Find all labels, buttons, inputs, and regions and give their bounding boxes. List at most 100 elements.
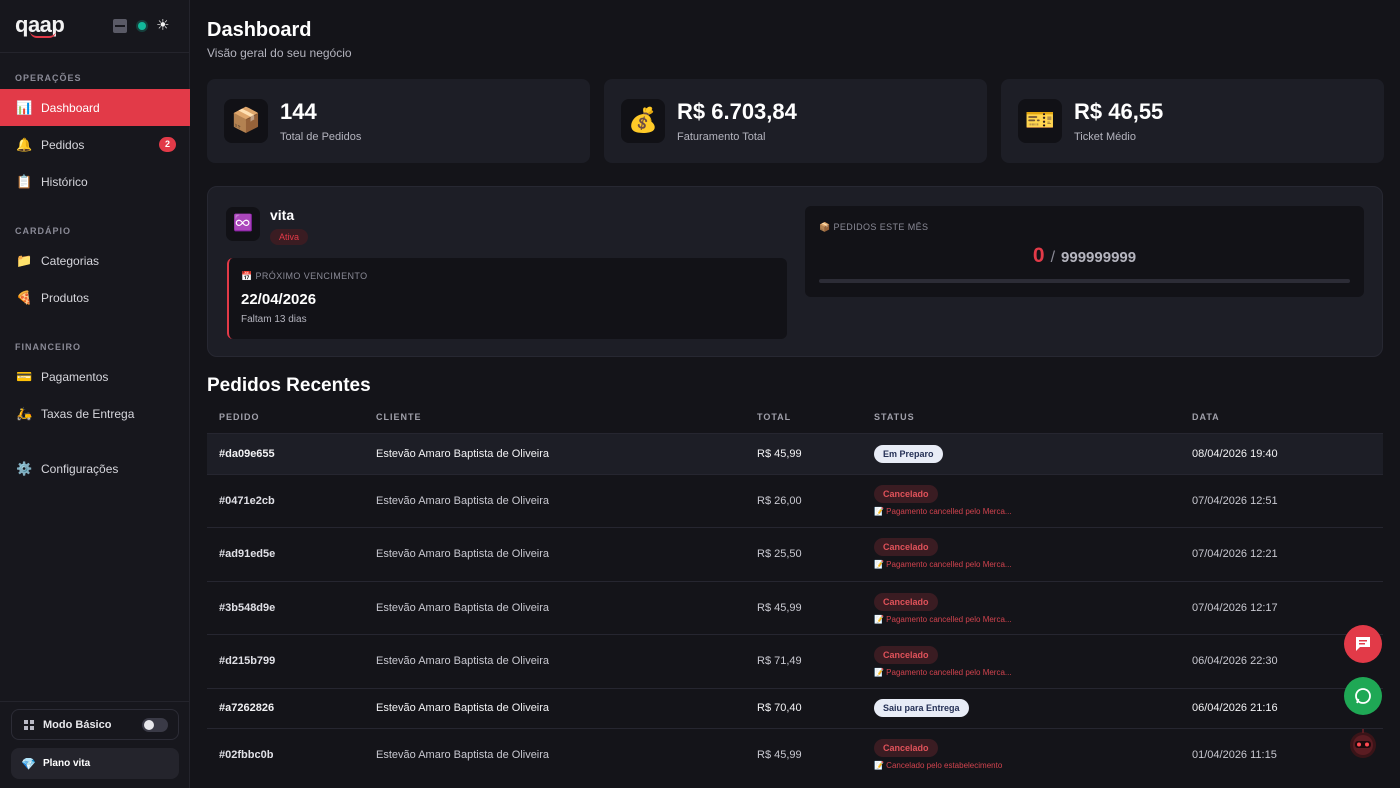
order-client: Estevão Amaro Baptista de Oliveira [376, 495, 550, 507]
theme-toggle-icon[interactable]: ☀ [156, 18, 170, 33]
section-label-cardapio: CARDÁPIO [15, 226, 72, 236]
sidebar-item-pagamentos[interactable]: 💳 Pagamentos [0, 358, 190, 395]
monthly-orders-progress-bar [819, 279, 1350, 283]
sidebar-item-categorias[interactable]: 📁 Categorias [0, 242, 190, 279]
logo-smile-icon [30, 31, 56, 38]
sidebar-item-dashboard[interactable]: 📊 Dashboard [0, 89, 190, 126]
order-client: Estevão Amaro Baptista de Oliveira [376, 702, 550, 714]
status-note: 📝 Cancelado pelo estabelecimento [874, 761, 1003, 770]
whatsapp-button[interactable] [1344, 677, 1382, 715]
order-client: Estevão Amaro Baptista de Oliveira [376, 655, 550, 667]
chat-button[interactable] [1344, 625, 1382, 663]
status-badge: Em Preparo [874, 445, 943, 463]
stat-card-ticket-medio: 🎫 R$ 46,55 Ticket Médio [1001, 79, 1384, 163]
sidebar-item-label: Pagamentos [41, 369, 109, 384]
scooter-icon: 🛵 [16, 405, 33, 421]
column-header-pedido: PEDIDO [219, 412, 260, 422]
table-row[interactable]: #ad91ed5e Estevão Amaro Baptista de Oliv… [207, 527, 1383, 581]
order-total: R$ 45,99 [757, 749, 802, 761]
status-note: 📝 Pagamento cancelled pelo Merca... [874, 615, 1012, 624]
status-badge: Cancelado [874, 739, 938, 757]
order-client: Estevão Amaro Baptista de Oliveira [376, 749, 550, 761]
sidebar: qaap ☀ OPERAÇÕES 📊 Dashboard 🔔 Pedidos 2… [0, 0, 190, 788]
plan-status-badge: Ativa [270, 229, 309, 245]
page-subtitle: Visão geral do seu negócio [207, 46, 352, 60]
status-note: 📝 Pagamento cancelled pelo Merca... [874, 668, 1012, 677]
column-header-data: DATA [1192, 412, 1220, 422]
column-header-status: STATUS [874, 412, 915, 422]
recent-orders-title: Pedidos Recentes [207, 375, 371, 396]
diamond-icon: 💎 [21, 756, 36, 771]
sidebar-item-historico[interactable]: 📋 Histórico [0, 163, 190, 200]
store-icon[interactable] [113, 19, 127, 33]
sidebar-item-label: Produtos [41, 290, 90, 305]
table-row[interactable]: #d215b799 Estevão Amaro Baptista de Oliv… [207, 634, 1383, 688]
stat-label: Ticket Médio [1074, 131, 1136, 143]
sidebar-item-label: Pedidos [41, 137, 85, 152]
whatsapp-icon [1355, 688, 1371, 704]
sidebar-item-label: Taxas de Entrega [41, 406, 135, 421]
infinity-icon: ♾️ [226, 207, 260, 241]
table-row[interactable]: #a7262826 Estevão Amaro Baptista de Oliv… [207, 688, 1383, 728]
order-date: 01/04/2026 11:15 [1192, 749, 1277, 761]
main-content: Dashboard Visão geral do seu negócio 📦 1… [207, 0, 1384, 788]
days-remaining: Faltam 13 dias [241, 314, 307, 325]
stat-card-faturamento: 💰 R$ 6.703,84 Faturamento Total [604, 79, 987, 163]
stat-card-total-pedidos: 📦 144 Total de Pedidos [207, 79, 590, 163]
next-due-panel: 📅 PRÓXIMO VENCIMENTO 22/04/2026 Faltam 1… [227, 258, 787, 339]
order-date: 07/04/2026 12:21 [1192, 548, 1278, 560]
status-badge: Cancelado [874, 646, 938, 664]
modo-basico-control[interactable]: Modo Básico [11, 709, 179, 740]
status-badge: Cancelado [874, 485, 938, 503]
order-total: R$ 45,99 [757, 602, 802, 614]
sidebar-item-label: Dashboard [41, 100, 100, 115]
status-badge: Cancelado [874, 538, 938, 556]
ticket-icon: 🎫 [1018, 99, 1062, 143]
order-client: Estevão Amaro Baptista de Oliveira [376, 448, 550, 460]
robot-assistant-icon[interactable] [1346, 727, 1380, 761]
table-row[interactable]: #3b548d9e Estevão Amaro Baptista de Oliv… [207, 581, 1383, 634]
orders-table-header: PEDIDO CLIENTE TOTAL STATUS DATA [207, 400, 1383, 433]
sidebar-item-taxas-entrega[interactable]: 🛵 Taxas de Entrega [0, 395, 190, 432]
sidebar-item-label: Configurações [41, 461, 119, 476]
monthly-orders-label: 📦 PEDIDOS ESTE MÊS [819, 222, 929, 232]
monthly-orders-separator: / [1050, 249, 1056, 266]
order-total: R$ 71,49 [757, 655, 802, 667]
stat-value: R$ 6.703,84 [677, 99, 797, 124]
modo-basico-toggle[interactable] [142, 718, 168, 732]
stat-value: R$ 46,55 [1074, 99, 1164, 124]
plan-card: ♾️ vita Ativa 📅 PRÓXIMO VENCIMENTO 22/04… [207, 186, 1383, 357]
order-total: R$ 70,40 [757, 702, 802, 714]
grid-icon [24, 719, 34, 730]
monthly-orders-panel: 📦 PEDIDOS ESTE MÊS 0 / 999999999 [805, 206, 1364, 297]
monthly-orders-current: 0 [1032, 244, 1045, 267]
column-header-cliente: CLIENTE [376, 412, 422, 422]
sidebar-item-pedidos[interactable]: 🔔 Pedidos 2 [0, 126, 190, 163]
column-header-total: TOTAL [757, 412, 792, 422]
table-row[interactable]: #da09e655 Estevão Amaro Baptista de Oliv… [207, 433, 1383, 474]
modo-basico-label: Modo Básico [43, 718, 112, 731]
order-id: #3b548d9e [219, 602, 276, 614]
order-date: 06/04/2026 21:16 [1192, 702, 1278, 714]
order-date: 08/04/2026 19:40 [1192, 448, 1278, 460]
order-client: Estevão Amaro Baptista de Oliveira [376, 548, 550, 560]
pizza-icon: 🍕 [16, 289, 33, 305]
status-badge: Saiu para Entrega [874, 699, 969, 717]
next-due-label: 📅 PRÓXIMO VENCIMENTO [241, 271, 368, 281]
order-id: #0471e2cb [219, 495, 275, 507]
table-row[interactable]: #0471e2cb Estevão Amaro Baptista de Oliv… [207, 474, 1383, 527]
status-badge: Cancelado [874, 593, 938, 611]
order-total: R$ 26,00 [757, 495, 802, 507]
status-note: 📝 Pagamento cancelled pelo Merca... [874, 560, 1012, 569]
order-date: 07/04/2026 12:17 [1192, 602, 1278, 614]
sidebar-item-configuracoes[interactable]: ⚙️ Configurações [0, 450, 190, 487]
bell-icon: 🔔 [16, 136, 33, 152]
plan-name: vita [270, 207, 295, 223]
monthly-orders-count: 0 / 999999999 [805, 244, 1364, 268]
stat-label: Total de Pedidos [280, 131, 362, 143]
table-row[interactable]: #02fbbc0b Estevão Amaro Baptista de Oliv… [207, 728, 1383, 782]
chart-icon: 📊 [16, 99, 33, 115]
sidebar-item-produtos[interactable]: 🍕 Produtos [0, 279, 190, 316]
money-bag-icon: 💰 [621, 99, 665, 143]
plano-button[interactable]: 💎 Plano vita [11, 748, 179, 779]
